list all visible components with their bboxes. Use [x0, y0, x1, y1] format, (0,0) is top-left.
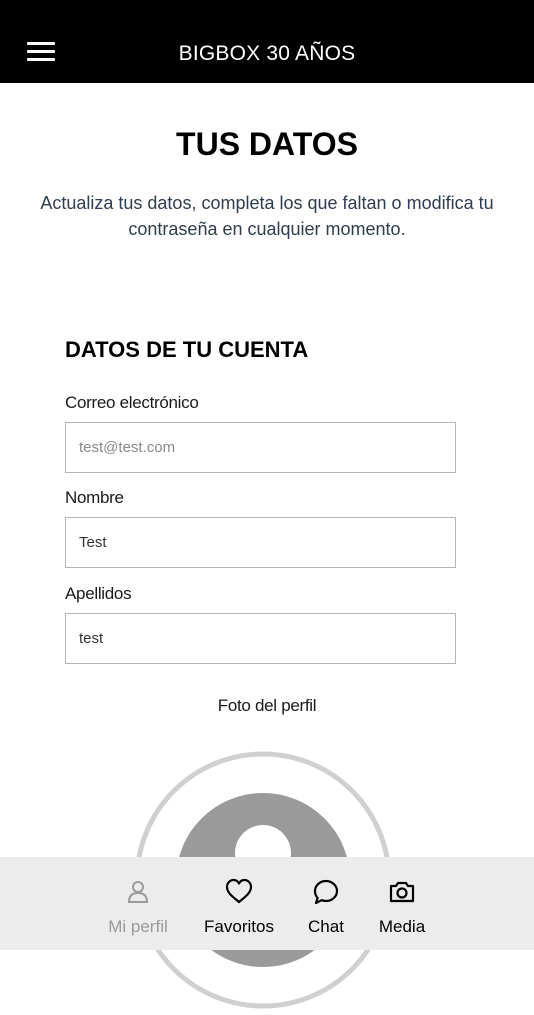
- first-name-label: Nombre: [65, 488, 124, 507]
- email-label: Correo electrónico: [65, 393, 199, 412]
- tab-label: Favoritos: [204, 917, 274, 936]
- first-name-field[interactable]: [65, 517, 456, 568]
- top-app-bar: BIGBOX 30 AÑOS: [0, 0, 534, 83]
- email-field[interactable]: [65, 422, 456, 473]
- tab-label: Chat: [308, 917, 344, 936]
- app-title: BIGBOX 30 AÑOS: [178, 42, 356, 65]
- tab-label: Mi perfil: [108, 917, 168, 936]
- tab-mi-perfil[interactable]: Mi perfil: [97, 857, 179, 950]
- last-name-label: Apellidos: [65, 584, 132, 603]
- last-name-field[interactable]: [65, 613, 456, 664]
- heart-icon: [225, 878, 253, 904]
- tab-chat[interactable]: Chat: [291, 857, 361, 950]
- camera-icon: [389, 881, 415, 903]
- tab-media[interactable]: Media: [368, 857, 436, 950]
- profile-photo-label: Foto del perfil: [217, 696, 317, 715]
- tab-label: Media: [378, 917, 426, 936]
- page-intro-text: Actualiza tus datos, completa los que fa…: [40, 193, 494, 239]
- chat-bubble-icon: [313, 879, 339, 905]
- account-section-title: DATOS DE TU CUENTA: [65, 337, 309, 362]
- tab-favoritos[interactable]: Favoritos: [193, 857, 285, 950]
- bottom-tab-bar: Mi perfil Favoritos Chat Media: [0, 857, 534, 950]
- page-title: TUS DATOS: [176, 126, 358, 162]
- person-icon: [128, 881, 148, 903]
